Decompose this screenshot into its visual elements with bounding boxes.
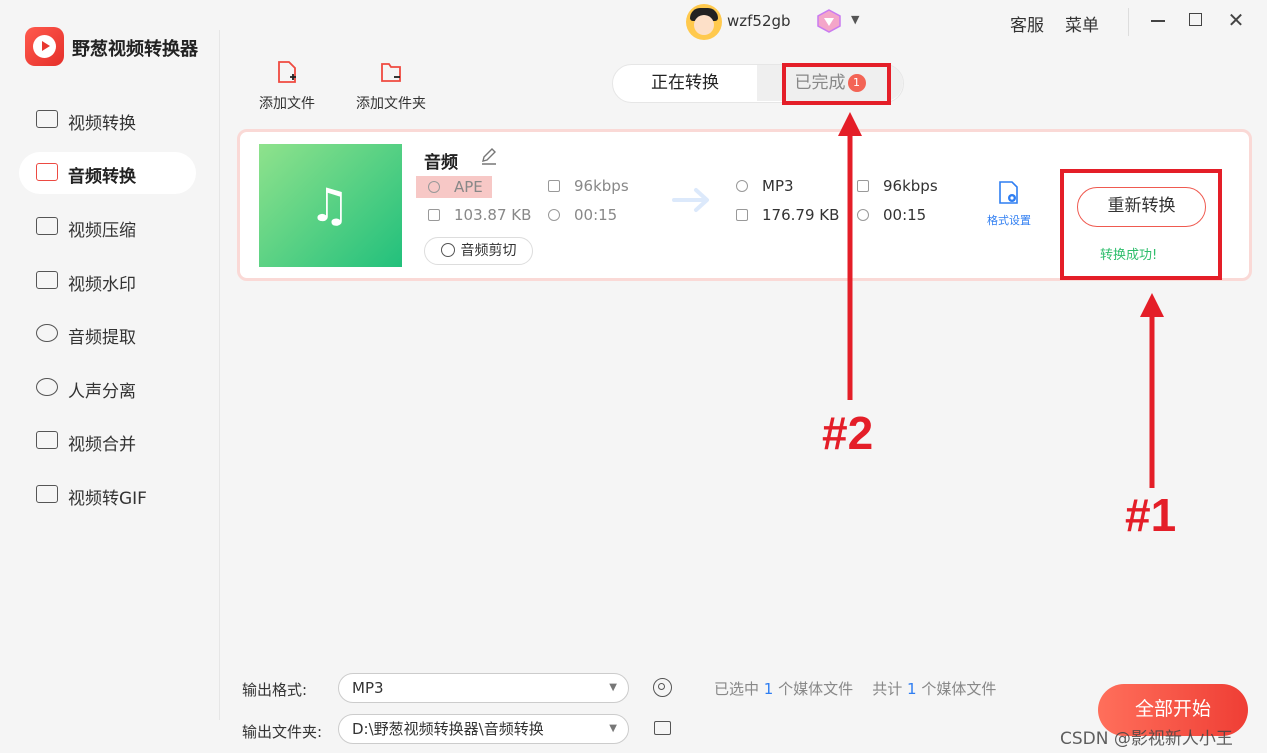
- target-format: MP3: [736, 177, 794, 195]
- audio-thumbnail: ♫: [259, 144, 402, 267]
- bitrate-icon: [548, 180, 560, 192]
- sidebar-item-label: 人声分离: [68, 382, 136, 402]
- header-divider: [1128, 8, 1129, 36]
- format-settings-icon: [999, 181, 1018, 204]
- target-size-value: 176.79 KB: [762, 206, 840, 224]
- sidebar-item-label: 音频提取: [68, 328, 136, 348]
- maximize-button[interactable]: [1186, 10, 1206, 30]
- sidebar-item-label: 视频合并: [68, 435, 136, 455]
- video-compress-icon: [36, 217, 58, 235]
- gif-icon: [36, 485, 58, 503]
- total-suffix: 个媒体文件: [921, 680, 997, 698]
- sidebar-item-voice-separate[interactable]: 人声分离: [19, 367, 196, 409]
- edit-pencil-icon[interactable]: [480, 147, 498, 165]
- file-name: 音频: [424, 153, 458, 173]
- folder-icon[interactable]: [654, 721, 671, 735]
- avatar[interactable]: [686, 4, 722, 40]
- add-folder-label: 添加文件夹: [356, 96, 426, 112]
- chevron-down-icon: ▼: [609, 723, 617, 734]
- app-logo-icon: [25, 27, 64, 66]
- annotation-box-1: [1060, 169, 1222, 280]
- source-bitrate: 96kbps: [548, 177, 629, 195]
- sidebar-item-label: 视频转GIF: [68, 489, 147, 509]
- sidebar-item-audio-convert[interactable]: 音频转换: [19, 152, 196, 194]
- sidebar-item-video-to-gif[interactable]: 视频转GIF: [19, 474, 196, 516]
- annotation-arrow-2: [838, 112, 862, 400]
- source-format: APE: [416, 176, 492, 198]
- source-size-value: 103.87 KB: [454, 206, 532, 224]
- minimize-button[interactable]: [1148, 10, 1168, 30]
- annotation-arrow-1: [1140, 293, 1164, 488]
- scissors-icon: [440, 243, 455, 257]
- annotation-label-2: #2: [822, 407, 874, 459]
- target-size: 176.79 KB: [736, 206, 839, 224]
- output-format-select[interactable]: MP3 ▼: [338, 673, 629, 703]
- format-settings-button[interactable]: 格式设置: [985, 180, 1033, 228]
- sidebar-item-video-watermark[interactable]: 视频水印: [19, 260, 196, 302]
- sidebar-item-label: 视频水印: [68, 275, 136, 295]
- output-format-label: 输出格式:: [242, 681, 308, 699]
- clock-icon: [548, 209, 560, 221]
- add-folder-button[interactable]: 添加文件夹: [353, 60, 429, 113]
- watermark-text: CSDN @影视新人小王: [1060, 729, 1233, 749]
- arrow-right-icon: [672, 188, 709, 212]
- file-size-icon: [428, 209, 440, 221]
- source-duration-value: 00:15: [574, 206, 618, 224]
- audio-clip-button[interactable]: 音频剪切: [424, 237, 533, 265]
- vip-diamond-icon[interactable]: [815, 8, 843, 34]
- sidebar-item-video-merge[interactable]: 视频合并: [19, 420, 196, 462]
- target-duration-value: 00:15: [883, 206, 927, 224]
- annotation-box-2: [782, 63, 891, 105]
- annotation-label-1: #1: [1125, 489, 1177, 541]
- source-size: 103.87 KB: [428, 206, 531, 224]
- add-folder-icon: [381, 63, 401, 82]
- close-button[interactable]: ✕: [1226, 10, 1246, 30]
- voice-separate-icon: [36, 378, 58, 396]
- music-note-icon: ♫: [309, 178, 351, 232]
- selected-count: 1: [763, 680, 774, 698]
- target-bitrate-value: 96kbps: [883, 177, 938, 195]
- source-bitrate-value: 96kbps: [574, 177, 629, 195]
- username[interactable]: wzf52gb: [727, 12, 791, 30]
- sidebar-divider: [219, 30, 220, 720]
- sidebar-item-audio-extract[interactable]: 音频提取: [19, 313, 196, 355]
- gear-icon[interactable]: [653, 678, 672, 697]
- add-file-icon: [278, 61, 296, 83]
- disc-icon: [428, 181, 440, 193]
- output-folder-value: D:\野葱视频转换器\音频转换: [352, 720, 544, 738]
- audio-clip-label: 音频剪切: [460, 243, 517, 259]
- source-format-value: APE: [454, 178, 483, 196]
- source-duration: 00:15: [548, 206, 617, 224]
- tab-converting[interactable]: 正在转换: [613, 65, 757, 101]
- customer-service-link[interactable]: 客服: [1010, 11, 1044, 36]
- add-file-button[interactable]: 添加文件: [257, 60, 317, 113]
- output-format-value: MP3: [352, 679, 384, 697]
- target-format-value: MP3: [762, 177, 794, 195]
- video-convert-icon: [36, 110, 58, 128]
- watermark-icon: [36, 271, 58, 289]
- microphone-icon: [36, 324, 58, 342]
- sidebar-item-video-compress[interactable]: 视频压缩: [19, 206, 196, 248]
- chevron-down-icon[interactable]: ▼: [851, 13, 859, 26]
- merge-icon: [36, 431, 58, 449]
- chevron-down-icon: ▼: [609, 682, 617, 693]
- output-folder-label: 输出文件夹:: [242, 723, 323, 741]
- total-prefix: 共计: [872, 680, 903, 698]
- app-title: 野葱视频转换器: [72, 39, 198, 60]
- sidebar-item-label: 视频转换: [68, 114, 136, 134]
- disc-icon: [736, 180, 748, 192]
- file-count-summary: 已选中 1 个媒体文件 共计 1 个媒体文件: [714, 678, 996, 699]
- sidebar-item-label: 视频压缩: [68, 221, 136, 241]
- selected-suffix: 个媒体文件: [778, 680, 854, 698]
- total-count: 1: [907, 680, 917, 698]
- sidebar-item-video-convert[interactable]: 视频转换: [19, 99, 196, 141]
- file-size-icon: [736, 209, 748, 221]
- selected-prefix: 已选中: [714, 680, 760, 698]
- speaker-icon: [36, 163, 58, 181]
- format-settings-label: 格式设置: [987, 214, 1031, 227]
- sidebar-item-label: 音频转换: [68, 167, 136, 187]
- menu-link[interactable]: 菜单: [1065, 11, 1099, 36]
- output-folder-select[interactable]: D:\野葱视频转换器\音频转换 ▼: [338, 714, 629, 744]
- add-file-label: 添加文件: [259, 96, 315, 112]
